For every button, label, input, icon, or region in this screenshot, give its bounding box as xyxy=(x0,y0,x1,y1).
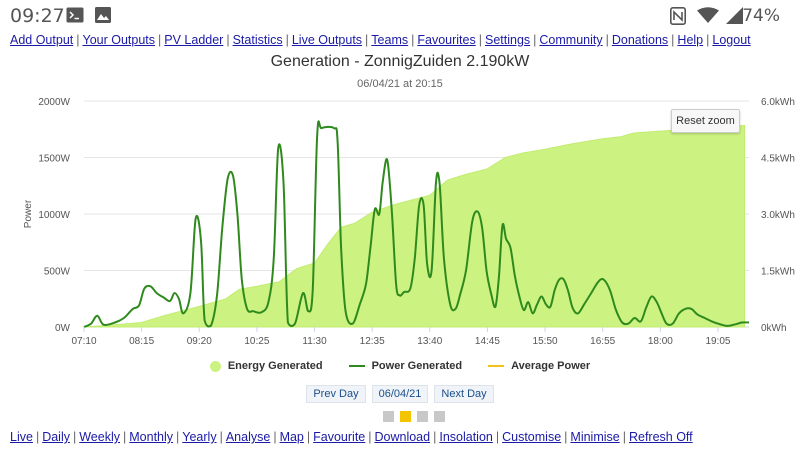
energy-generated-area[interactable] xyxy=(83,124,746,328)
nav-separator: | xyxy=(306,430,311,444)
legend-power-generated[interactable]: Power Generated xyxy=(348,360,463,372)
legend-average-label: Average Power xyxy=(511,360,591,372)
bottom-link-analyse[interactable]: Analyse xyxy=(226,430,270,444)
bottom-link-minimise[interactable]: Minimise xyxy=(570,430,619,444)
x-tick-label: 08:15 xyxy=(129,336,154,347)
nav-separator: | xyxy=(368,430,372,444)
nav-separator: | xyxy=(176,430,180,444)
nav-separator: | xyxy=(219,430,223,444)
nav-separator: | xyxy=(495,430,500,444)
page-dot[interactable] xyxy=(383,411,394,422)
y-right-tick-label: 0kWh xyxy=(761,323,787,334)
x-tick-label: 15:50 xyxy=(533,336,558,347)
prev-day-button[interactable]: Prev Day xyxy=(306,385,366,403)
y-right-tick-label: 4.5kWh xyxy=(761,154,795,165)
reset-zoom-button[interactable]: Reset zoom xyxy=(671,109,740,133)
nav-separator: | xyxy=(35,430,40,444)
y-left-tick-label: 2000W xyxy=(38,97,70,108)
x-tick-label: 14:45 xyxy=(475,336,500,347)
nav-separator: | xyxy=(433,430,437,444)
generation-chart[interactable]: 07:10 08:15 09:20 10:25 11:30 12:35 13:40 14:45… xyxy=(0,0,800,360)
page-dot[interactable] xyxy=(434,411,445,422)
bottom-link-insolation[interactable]: Insolation xyxy=(439,430,493,444)
page-indicator xyxy=(383,411,445,422)
x-tick-label: 11:30 xyxy=(302,336,327,347)
bottom-link-yearly[interactable]: Yearly xyxy=(182,430,216,444)
day-navigation: Prev Day 06/04/21 Next Day xyxy=(0,385,800,403)
page-dot[interactable] xyxy=(400,411,411,422)
x-tick-label: 13:40 xyxy=(417,336,442,347)
x-tick-label: 12:35 xyxy=(360,336,385,347)
legend-power-swatch xyxy=(348,365,365,367)
y-left-tick-label: 1500W xyxy=(38,154,70,165)
y-right-tick-label: 1.5kWh xyxy=(761,267,795,278)
x-tick-label: 16:55 xyxy=(590,336,615,347)
y-left-tick-label: 1000W xyxy=(38,210,70,221)
nav-separator: | xyxy=(622,430,626,444)
bottom-link-map[interactable]: Map xyxy=(280,430,304,444)
bottom-link-daily[interactable]: Daily xyxy=(42,430,70,444)
y-axis-title: Power xyxy=(23,199,34,228)
bottom-navigation: Live | Daily | Weekly | Monthly | Yearly | Analyse… xyxy=(10,430,693,444)
y-right-tick-label: 6.0kWh xyxy=(761,97,795,108)
bottom-link-customise[interactable]: Customise xyxy=(502,430,561,444)
nav-separator: | xyxy=(273,430,277,444)
y-left-tick-label: 0W xyxy=(55,323,71,334)
bottom-link-refresh-off[interactable]: Refresh Off xyxy=(629,430,693,444)
x-tick-label: 10:25 xyxy=(244,336,269,347)
legend-energy-generated[interactable]: Energy Generated xyxy=(209,360,323,372)
date-button[interactable]: 06/04/21 xyxy=(371,385,429,403)
page-dot[interactable] xyxy=(417,411,428,422)
x-tick-label: 18:00 xyxy=(648,336,673,347)
nav-separator: | xyxy=(72,430,77,444)
legend-energy-label: Energy Generated xyxy=(227,360,323,372)
nav-separator: | xyxy=(123,430,127,444)
x-tick-label: 07:10 xyxy=(71,336,96,347)
x-tick-label: 19:05 xyxy=(705,336,730,347)
bottom-link-monthly[interactable]: Monthly xyxy=(129,430,173,444)
bottom-link-favourite[interactable]: Favourite xyxy=(313,430,365,444)
bottom-link-weekly[interactable]: Weekly xyxy=(79,430,120,444)
bottom-link-download[interactable]: Download xyxy=(375,430,431,444)
legend-average-swatch xyxy=(488,365,505,367)
x-tick-label: 09:20 xyxy=(187,336,212,347)
y-right-tick-label: 3.0kWh xyxy=(761,210,795,221)
chart-legend: Energy Generated Power Generated Average… xyxy=(0,360,800,372)
legend-energy-swatch xyxy=(209,360,221,372)
y-left-tick-label: 500W xyxy=(44,267,71,278)
next-day-button[interactable]: Next Day xyxy=(434,385,494,403)
legend-power-label: Power Generated xyxy=(371,360,463,372)
bottom-link-live[interactable]: Live xyxy=(10,430,33,444)
legend-average-power[interactable]: Average Power xyxy=(488,360,590,372)
